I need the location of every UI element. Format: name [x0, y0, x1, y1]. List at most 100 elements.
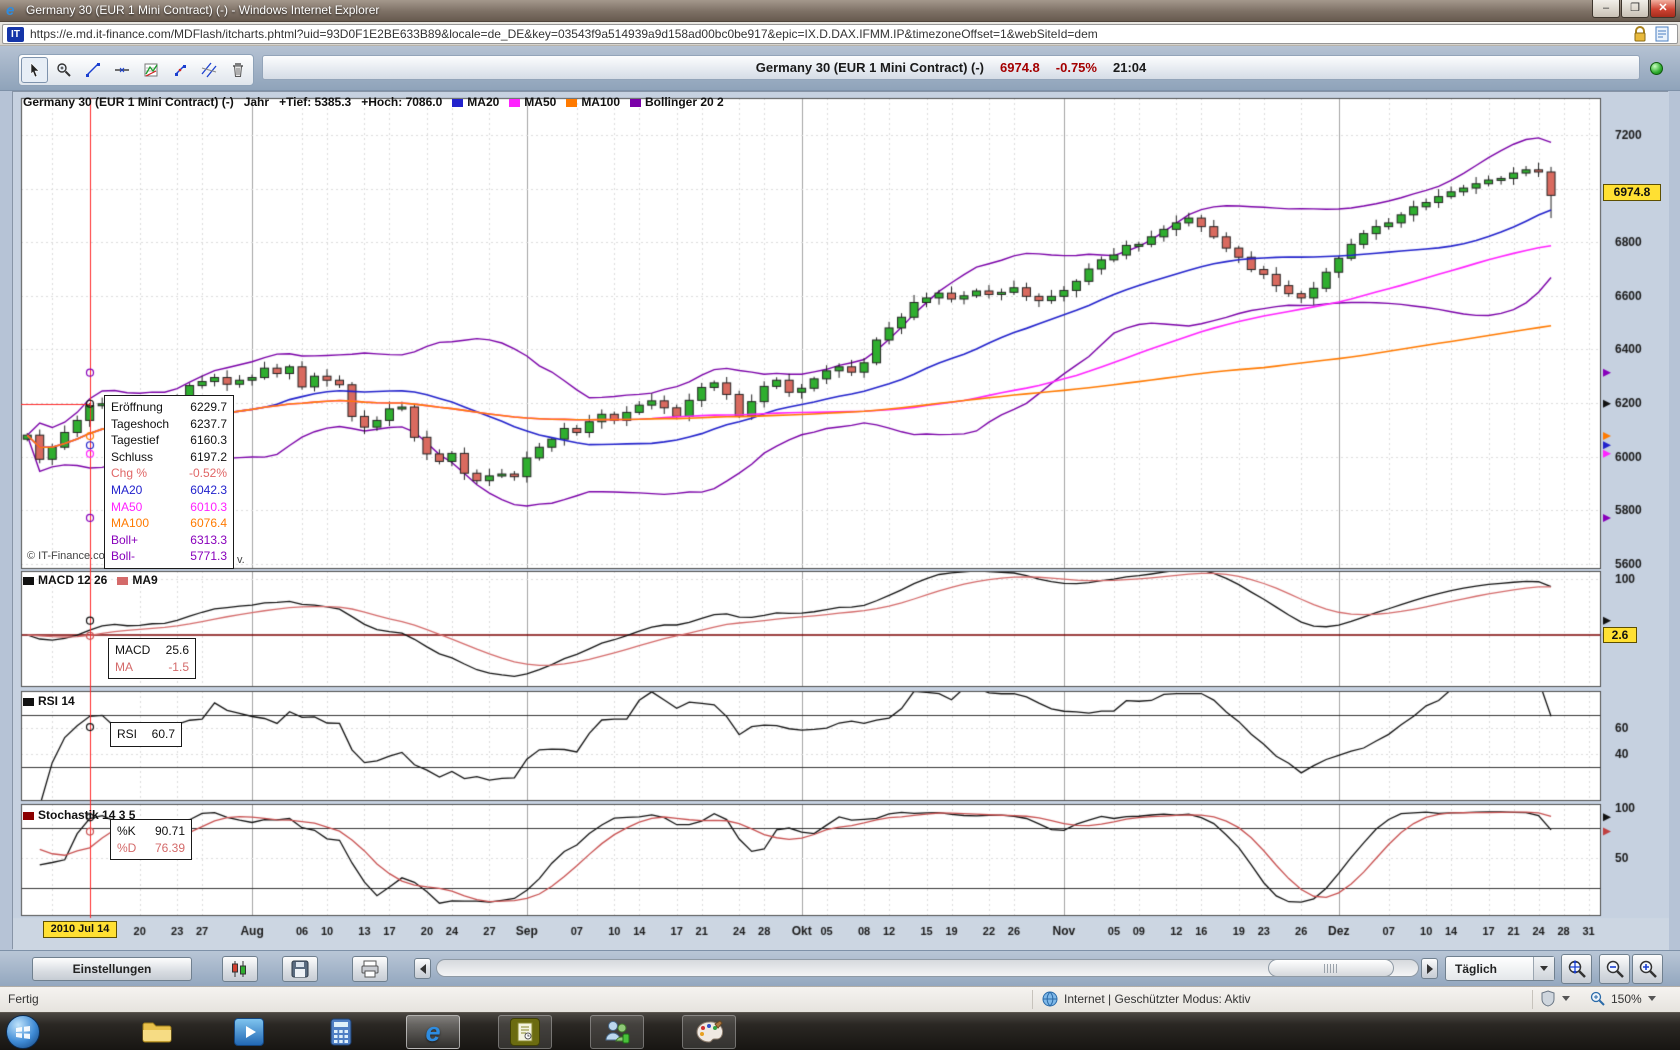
rsi-tooltip: RSI60.7 — [110, 722, 182, 747]
interval-value: Täglich — [1446, 962, 1533, 976]
media-player-icon[interactable] — [222, 1015, 276, 1049]
quote-time: 21:04 — [1113, 60, 1146, 75]
quote-price: 6974.8 — [1000, 60, 1040, 75]
document-app-icon[interactable] — [498, 1015, 552, 1049]
zoom-in-button[interactable] — [1632, 954, 1663, 984]
tooltip-row: %D76.39 — [117, 840, 185, 857]
windows-flag-icon — [15, 1025, 31, 1039]
legend-item: MA20 — [452, 95, 499, 109]
legend-low: +Tief: 5385.3 — [279, 95, 351, 109]
tooltip-row: Tageshoch6237.7 — [111, 416, 227, 433]
legend-series: MA20 MA50 MA100 Bollinger 20 2 — [452, 95, 723, 109]
segment-icon — [172, 62, 188, 78]
restore-button[interactable]: ❐ — [1621, 0, 1649, 18]
crosshair-date-badge: 2010 Jul 14 — [43, 921, 117, 938]
series-color-chip — [630, 99, 641, 107]
trendline-tool-button[interactable] — [79, 57, 106, 83]
segment-tool-button[interactable] — [166, 57, 193, 83]
parallel-lines-tool-button[interactable] — [195, 57, 222, 83]
status-zoom-controls: 150% — [1540, 990, 1656, 1007]
minimize-button[interactable]: – — [1592, 0, 1620, 18]
legend-item: RSI 14 — [23, 694, 75, 708]
series-color-chip — [509, 99, 520, 107]
status-separator — [1032, 990, 1033, 1009]
zoom-out-icon — [1604, 958, 1626, 980]
settings-button[interactable]: Einstellungen — [32, 957, 192, 981]
calculator-glyph — [330, 1018, 352, 1046]
interval-select[interactable]: Täglich — [1445, 956, 1555, 981]
tooltip-row: MACD25.6 — [115, 642, 189, 659]
windows-explorer-icon[interactable] — [130, 1015, 184, 1049]
close-button[interactable]: ✕ — [1650, 0, 1676, 18]
rsi-legend: RSI 14 — [23, 694, 75, 708]
tooltip-row: Boll+6313.3 — [111, 532, 227, 549]
tooltip-row: MA1006076.4 — [111, 515, 227, 532]
calculator-icon[interactable] — [314, 1015, 368, 1049]
indicator-tool-button[interactable] — [137, 57, 164, 83]
chart-scrollbar-thumb[interactable] — [1268, 959, 1394, 977]
price-chart-canvas[interactable] — [13, 92, 1669, 950]
macd-legend: MACD 12 26 MA9 — [23, 573, 158, 587]
chart-area: Germany 30 (EUR 1 Mini Contract) (-) Jah… — [12, 91, 1668, 949]
zoom-fit-icon — [1566, 958, 1588, 980]
ie-e-glyph: e — [425, 1017, 440, 1048]
quote-change: -0.75% — [1056, 60, 1097, 75]
delete-tool-button[interactable] — [224, 57, 251, 83]
ssl-lock-icon[interactable] — [1633, 26, 1647, 42]
compatibility-view-icon[interactable] — [1655, 26, 1669, 42]
legend-item: Bollinger 20 2 — [630, 95, 724, 109]
last-price-badge: 6974.8 — [1603, 184, 1661, 201]
chevron-down-icon[interactable] — [1562, 996, 1570, 1001]
people-glyph — [603, 1019, 631, 1045]
connection-status-icon — [1650, 62, 1663, 75]
magnifier-icon — [56, 62, 72, 78]
status-text: Fertig — [8, 992, 39, 1006]
legend-item: MA50 — [509, 95, 556, 109]
right-arrow-icon — [1427, 964, 1433, 974]
legend-period[interactable]: Jahr — [244, 95, 269, 109]
zoom-out-button[interactable] — [1599, 954, 1630, 984]
start-button[interactable] — [6, 1015, 40, 1049]
scrollbar-grip — [1324, 964, 1338, 973]
window-title: Germany 30 (EUR 1 Mini Contract) (-) - W… — [26, 3, 379, 17]
legend-item: MA100 — [566, 95, 620, 109]
printer-icon — [360, 960, 380, 978]
main-chart-legend: Germany 30 (EUR 1 Mini Contract) (-) Jah… — [23, 95, 724, 109]
internet-explorer-icon[interactable]: e — [406, 1015, 460, 1049]
paint-icon[interactable] — [682, 1015, 736, 1049]
zoom-fit-button[interactable] — [1561, 954, 1592, 984]
messenger-icon[interactable] — [590, 1015, 644, 1049]
pointer-tool-button[interactable] — [21, 57, 48, 83]
site-favicon: IT — [7, 27, 24, 42]
save-button[interactable] — [282, 956, 318, 982]
protected-mode-icon[interactable] — [1540, 990, 1556, 1007]
globe-icon — [1042, 991, 1058, 1007]
legend-item: MA9 — [117, 573, 157, 587]
print-button[interactable] — [352, 956, 388, 982]
zoom-tool-button[interactable] — [50, 57, 77, 83]
tooltip-row: MA206042.3 — [111, 482, 227, 499]
legend-item: MACD 12 26 — [23, 573, 107, 587]
folder-icon — [142, 1020, 172, 1044]
series-color-chip — [117, 577, 128, 585]
scroll-left-button[interactable] — [414, 958, 431, 979]
tooltip-row: %K90.71 — [117, 823, 185, 840]
horizontal-line-tool-button[interactable] — [108, 57, 135, 83]
scroll-right-button[interactable] — [1421, 958, 1438, 979]
macd-tooltip: MACD25.6MA-1.5 — [108, 638, 196, 679]
pointer-icon — [27, 62, 43, 78]
drawing-tools-group — [18, 54, 254, 86]
url-field[interactable]: IT https://e.md.it-finance.com/MDFlash/i… — [2, 24, 1678, 44]
ie-logo-icon: e — [6, 2, 14, 19]
chart-type-button[interactable] — [222, 956, 258, 982]
tooltip-row: Chg %-0.52% — [111, 465, 227, 482]
browser-status-bar: Fertig Internet | Geschützter Modus: Akt… — [0, 986, 1680, 1012]
stochastic-tooltip: %K90.71%D76.39 — [110, 819, 192, 860]
interval-dropdown-button[interactable] — [1533, 957, 1554, 980]
zoom-level-label[interactable]: 150% — [1611, 992, 1642, 1006]
series-color-chip — [23, 577, 34, 585]
tooltip-row: Boll-5771.3 — [111, 548, 227, 565]
zone-label: Internet | Geschützter Modus: Aktiv — [1064, 992, 1251, 1006]
macd-value-badge: 2.6 — [1603, 627, 1637, 643]
chevron-down-icon[interactable] — [1648, 996, 1656, 1001]
